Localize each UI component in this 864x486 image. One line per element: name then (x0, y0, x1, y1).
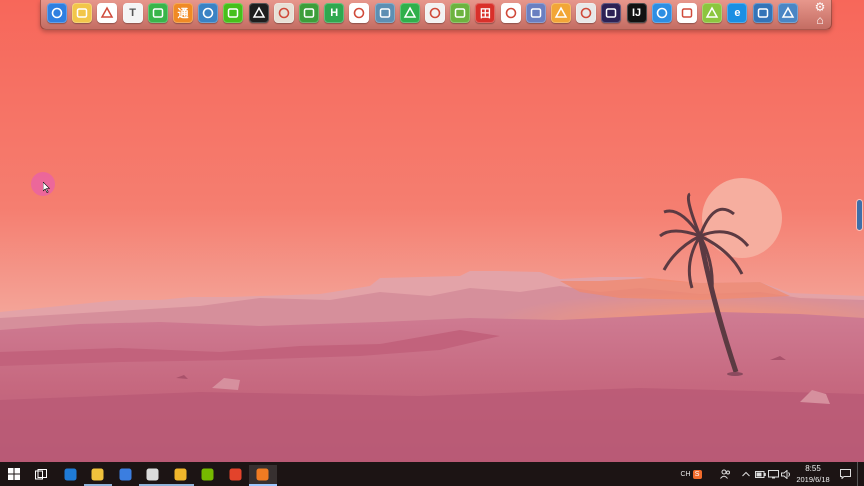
notification-icon (839, 469, 851, 479)
gallery-icon[interactable] (576, 3, 597, 23)
network-button[interactable] (767, 467, 779, 481)
show-hidden-icons-button[interactable] (740, 467, 752, 481)
dev-tool-icon[interactable] (500, 3, 521, 23)
internet-explorer-icon[interactable]: e (727, 3, 748, 23)
task-view-button[interactable] (27, 462, 55, 486)
folder-icon[interactable] (72, 3, 93, 23)
people-button[interactable] (718, 467, 732, 481)
battery-button[interactable] (754, 467, 766, 481)
taskbar-file-explorer-icon[interactable] (83, 465, 112, 486)
show-desktop-button[interactable] (857, 462, 864, 486)
chevron-up-icon (742, 471, 750, 477)
spring-leaf-icon[interactable] (450, 3, 471, 23)
eclipse-icon[interactable] (601, 3, 622, 23)
photo-viewer-icon[interactable] (374, 3, 395, 23)
ime-label: CH (680, 470, 691, 478)
sogou-ime-icon: S (692, 469, 702, 479)
intellij-icon[interactable]: IJ (626, 3, 647, 23)
qq-penguin-icon[interactable] (248, 3, 269, 23)
edge-scroll-handle[interactable] (857, 200, 862, 230)
volume-button[interactable] (780, 467, 792, 481)
aperture-icon[interactable] (349, 3, 370, 23)
app-launcher-dock: T 通 H 田 IJ e ⚙ ⌂ (40, 0, 832, 30)
notebook-icon[interactable] (551, 3, 571, 23)
ime-indicator[interactable]: CH S (676, 467, 706, 481)
security-app-icon[interactable] (399, 3, 420, 23)
red-app-icon[interactable]: 田 (475, 3, 496, 23)
map-icon[interactable] (702, 3, 723, 23)
security-shield-icon[interactable] (47, 3, 67, 23)
battery-icon (754, 470, 766, 478)
sun (702, 178, 782, 258)
dock-settings-button[interactable]: ⚙ ⌂ (813, 1, 827, 27)
system-clock[interactable]: 8:55 2019/6/18 (793, 463, 833, 485)
people-icon (719, 469, 730, 479)
taskbar-vm-icon[interactable] (166, 465, 194, 486)
home-icon: ⌂ (816, 13, 824, 27)
clock-date: 2019/6/18 (796, 475, 830, 484)
taskbar-nvidia-icon[interactable] (194, 465, 222, 486)
leaf-app-icon[interactable] (299, 3, 319, 23)
text-editor-icon[interactable]: T (122, 3, 143, 23)
eye-care-icon[interactable] (147, 3, 168, 23)
desktop[interactable]: T 通 H 田 IJ e ⚙ ⌂ (0, 0, 864, 462)
speaker-icon (780, 469, 790, 479)
taskbar-edge-icon[interactable] (56, 465, 84, 486)
taskbar: CH S 8:55 2019/6/18 (0, 462, 864, 486)
bird-app-icon[interactable] (651, 3, 672, 23)
taskbar-app-icon[interactable] (138, 465, 167, 486)
network-icon (767, 469, 779, 478)
document-icon[interactable] (525, 3, 546, 23)
monitor-icon[interactable] (198, 3, 219, 23)
hbuilder-icon[interactable]: H (324, 3, 345, 23)
chat-bubble-icon[interactable] (425, 3, 445, 23)
taskbar-weibo-icon[interactable] (221, 465, 249, 486)
picture-edit-icon[interactable] (777, 3, 798, 23)
mouse-pointer-icon (43, 182, 51, 193)
start-button[interactable] (0, 462, 28, 486)
action-center-button[interactable] (838, 467, 852, 481)
chrome-icon[interactable] (97, 3, 118, 23)
taskbar-wps-icon[interactable] (111, 465, 139, 486)
wechat-icon[interactable] (223, 3, 244, 23)
clock-time: 8:55 (805, 464, 821, 473)
task-view-icon (35, 468, 47, 479)
cloud-app-icon[interactable] (677, 3, 697, 23)
app-orange-icon[interactable]: 通 (173, 3, 193, 23)
taskbar-orange-app-icon[interactable] (248, 465, 277, 486)
windows-logo-icon (8, 468, 20, 480)
computer-icon[interactable] (752, 3, 773, 23)
desert-wallpaper (0, 0, 864, 462)
java-coffee-icon[interactable] (273, 3, 294, 23)
